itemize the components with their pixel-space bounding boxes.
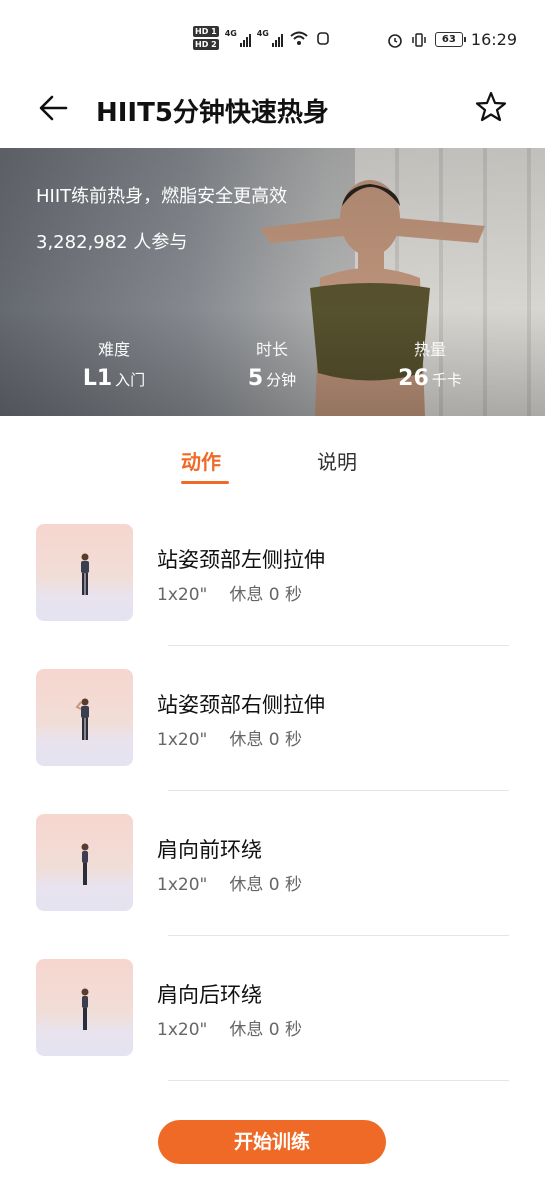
stat-label: 热量 [413,340,446,359]
exercise-meta: 1x20" 休息 0 秒 [157,585,302,605]
stat-value: 26 千卡 [398,366,462,391]
stat-value: L1 入门 [82,366,146,391]
hero-banner: HIIT练前热身，燃脂安全更高效 3,282,982 人参与 难度 L1 入门 时… [0,148,545,416]
list-item[interactable]: 肩向后环绕 1x20" 休息 0 秒 [0,959,545,1104]
hd1-badge: HD 1 [193,26,219,37]
start-training-button[interactable]: 开始训练 [158,1120,386,1164]
wifi-icon [290,31,308,45]
divider [168,935,509,936]
hand-icon [316,32,329,45]
vibrate-icon [412,32,426,47]
exercise-name: 站姿颈部左侧拉伸 [157,548,325,572]
cell-signal-1-icon: 4G [225,29,251,47]
divider [168,1080,509,1081]
exercise-thumbnail [36,814,133,911]
clock: 16:29 [470,30,517,49]
hd-indicators: HD 1 HD 2 [193,26,219,50]
participant-count: 3,282,982 人参与 [36,232,188,253]
stat-label: 难度 [97,340,130,359]
app-header: HIIT5分钟快速热身 [0,78,545,148]
list-item[interactable]: 站姿颈部左侧拉伸 1x20" 休息 0 秒 [0,524,545,669]
alarm-icon [388,33,402,48]
exercise-thumbnail [36,669,133,766]
divider [168,790,509,791]
active-tab-indicator [181,481,229,484]
tab-description[interactable]: 说明 [317,446,357,475]
stat-value: 5 分钟 [247,366,297,391]
page-title: HIIT5分钟快速热身 [96,98,329,128]
stat-calories: 热量 26 千卡 [375,336,485,391]
exercise-name: 肩向后环绕 [157,983,262,1007]
exercise-name: 站姿颈部右侧拉伸 [157,693,325,717]
list-item[interactable]: 肩向前环绕 1x20" 休息 0 秒 [0,814,545,959]
hero-subtitle: HIIT练前热身，燃脂安全更高效 [36,186,288,207]
exercise-thumbnail [36,959,133,1056]
stat-label: 时长 [255,340,288,359]
status-right: 63 16:29 [387,30,517,49]
divider [168,645,509,646]
signal-group: HD 1 HD 2 4G 4G [193,26,331,50]
stat-difficulty: 难度 L1 入门 [59,336,169,391]
exercise-meta: 1x20" 休息 0 秒 [157,730,302,750]
tab-bar: 动作 说明 [0,440,545,490]
status-bar: HD 1 HD 2 4G 4G 63 16:29 [0,0,545,80]
star-icon[interactable] [474,90,508,124]
stat-duration: 时长 5 分钟 [217,336,327,391]
exercise-thumbnail [36,524,133,621]
list-item[interactable]: 站姿颈部右侧拉伸 1x20" 休息 0 秒 [0,669,545,814]
cell-signal-2-icon: 4G [257,29,283,47]
hd2-badge: HD 2 [193,39,219,50]
exercise-meta: 1x20" 休息 0 秒 [157,1020,302,1040]
battery-icon: 63 [434,32,466,47]
arrow-left-icon[interactable] [36,90,72,126]
exercise-meta: 1x20" 休息 0 秒 [157,875,302,895]
tab-actions[interactable]: 动作 [181,446,221,475]
exercise-name: 肩向前环绕 [157,838,262,862]
